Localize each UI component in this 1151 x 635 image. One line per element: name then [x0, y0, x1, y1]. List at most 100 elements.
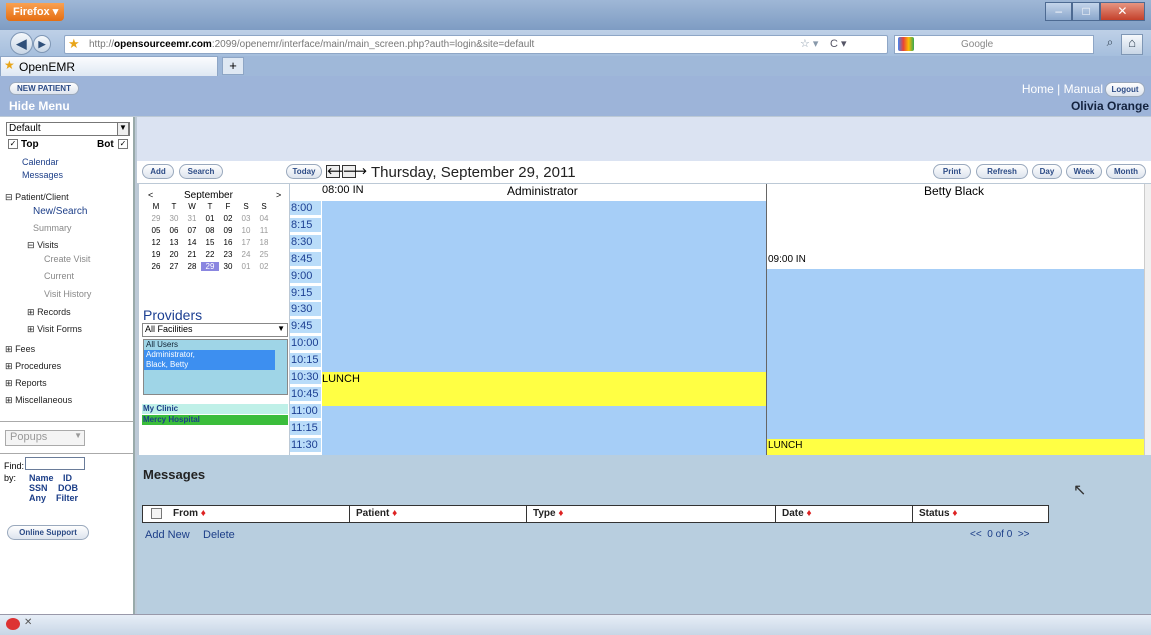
online-support-button[interactable]: Online Support	[7, 525, 89, 540]
messages-column-header[interactable]: Date ♦	[782, 508, 812, 519]
facility-select[interactable]: All Facilities ▼	[142, 323, 288, 337]
close-icon[interactable]: ✕	[1099, 2, 1145, 21]
close-status-icon[interactable]: ✕	[24, 617, 32, 628]
administrator-slots[interactable]	[322, 201, 766, 455]
search-by-ssn[interactable]: SSN	[29, 483, 48, 493]
addon-status-icon[interactable]	[6, 618, 20, 630]
messages-column-header[interactable]: Patient ♦	[356, 508, 397, 519]
new-tab-button[interactable]: +	[222, 57, 244, 75]
nav-fees[interactable]: ⊞ Fees	[5, 344, 35, 355]
time-slot-label[interactable]: 8:45	[290, 251, 321, 267]
search-by-name[interactable]: Name	[29, 473, 54, 483]
sort-icon[interactable]: ♦	[558, 508, 563, 519]
time-slot-label[interactable]: 10:15	[290, 353, 321, 369]
search-bar[interactable]: Google	[894, 35, 1094, 54]
mini-cal-day[interactable]: 27	[165, 262, 183, 271]
minimize-icon[interactable]: –	[1045, 2, 1073, 21]
mini-cal-day[interactable]: 19	[147, 250, 165, 259]
time-slot-label[interactable]: 11:30	[290, 437, 321, 453]
mini-cal-day[interactable]: 04	[255, 214, 273, 223]
messages-column-header[interactable]: Status ♦	[919, 508, 957, 519]
nav-current[interactable]: Current	[44, 271, 74, 281]
time-slot-label[interactable]: 11:00	[290, 403, 321, 419]
mini-cal-day[interactable]: 29	[147, 214, 165, 223]
sort-icon[interactable]: ♦	[952, 508, 957, 519]
manual-link[interactable]: Manual	[1064, 82, 1103, 96]
time-slot-label[interactable]: 9:00	[290, 268, 321, 284]
google-icon[interactable]	[898, 37, 914, 51]
prev-day-icon[interactable]: 🡐	[326, 165, 351, 178]
facility-mercy-hospital[interactable]: Mercy Hospital	[142, 415, 288, 425]
mini-cal-day[interactable]: 05	[147, 226, 165, 235]
mini-cal-day[interactable]: 16	[219, 238, 237, 247]
sort-icon[interactable]: ♦	[201, 508, 206, 519]
mini-cal-day[interactable]: 18	[255, 238, 273, 247]
add-button[interactable]: Add	[142, 164, 174, 179]
mini-cal-day[interactable]: 23	[219, 250, 237, 259]
mini-cal-day[interactable]: 28	[183, 262, 201, 271]
sort-icon[interactable]: ♦	[806, 508, 811, 519]
mini-cal-day[interactable]: 17	[237, 238, 255, 247]
messages-column-header[interactable]: Type ♦	[533, 508, 564, 519]
mini-cal-day[interactable]: 30	[165, 214, 183, 223]
reload-icon[interactable]: C ▾	[830, 37, 847, 50]
mini-cal-day[interactable]: 13	[165, 238, 183, 247]
mini-cal-day[interactable]: 14	[183, 238, 201, 247]
mini-cal-day[interactable]: 21	[183, 250, 201, 259]
nav-visit-forms[interactable]: ⊞ Visit Forms	[27, 324, 82, 335]
layout-select[interactable]: Default ▼	[6, 122, 130, 136]
search-by-dob[interactable]: DOB	[58, 483, 78, 493]
month-view-button[interactable]: Month	[1106, 164, 1146, 179]
schedule-scrollbar[interactable]	[1144, 184, 1151, 455]
nav-visits[interactable]: ⊟ Visits	[27, 240, 58, 251]
mini-cal-day[interactable]: 09	[219, 226, 237, 235]
time-slot-label[interactable]: 11:15	[290, 420, 321, 436]
refresh-button[interactable]: Refresh	[976, 164, 1028, 179]
nav-calendar[interactable]: Calendar	[22, 157, 59, 167]
mini-cal-day[interactable]: 29	[201, 262, 219, 271]
time-slot-label[interactable]: 9:30	[290, 302, 321, 318]
url-bar[interactable]: http://opensourceemr.com:2099/openemr/in…	[64, 35, 888, 54]
nav-visit-history[interactable]: Visit History	[44, 289, 91, 299]
bot-checkbox[interactable]: ✓	[118, 139, 128, 149]
mini-cal-day[interactable]: 30	[219, 262, 237, 271]
hide-menu-link[interactable]: Hide Menu	[9, 99, 70, 113]
time-slot-label[interactable]: 10:30	[290, 370, 321, 385]
betty-event-label[interactable]: 09:00 IN	[768, 254, 806, 265]
nav-summary[interactable]: Summary	[33, 223, 72, 233]
time-slot-label[interactable]: 10:00	[290, 336, 321, 352]
today-button[interactable]: Today	[286, 164, 322, 179]
facility-my-clinic[interactable]: My Clinic	[142, 404, 288, 414]
day-view-button[interactable]: Day	[1032, 164, 1062, 179]
nav-reports[interactable]: ⊞ Reports	[5, 378, 47, 389]
nav-records[interactable]: ⊞ Records	[27, 307, 71, 318]
tab-openemr[interactable]: OpenEMR	[0, 56, 218, 76]
search-button[interactable]: Search	[179, 164, 223, 179]
provider-option[interactable]: Administrator,	[144, 350, 275, 360]
delete-link[interactable]: Delete	[203, 529, 235, 541]
mini-cal-day[interactable]: 15	[201, 238, 219, 247]
print-button[interactable]: Print	[933, 164, 971, 179]
week-view-button[interactable]: Week	[1066, 164, 1102, 179]
back-icon[interactable]: ◀	[10, 32, 33, 55]
find-input[interactable]	[25, 457, 85, 470]
home-icon[interactable]: ⌂	[1121, 34, 1143, 55]
mini-cal-day[interactable]: 12	[147, 238, 165, 247]
mini-cal-prev[interactable]: <	[148, 190, 153, 200]
messages-pagination[interactable]: << 0 of 0 >>	[970, 529, 1030, 540]
mini-cal-day[interactable]: 02	[219, 214, 237, 223]
select-all-checkbox[interactable]	[151, 508, 162, 519]
mini-cal-next[interactable]: >	[276, 190, 281, 200]
mini-cal-day[interactable]: 07	[183, 226, 201, 235]
nav-miscellaneous[interactable]: ⊞ Miscellaneous	[5, 395, 72, 406]
time-slot-label[interactable]: 8:30	[290, 234, 321, 250]
logout-button[interactable]: Logout	[1105, 82, 1145, 97]
time-slot-label[interactable]: 9:15	[290, 285, 321, 301]
mini-cal-day[interactable]: 24	[237, 250, 255, 259]
nav-messages[interactable]: Messages	[22, 170, 63, 180]
mini-cal-day[interactable]: 20	[165, 250, 183, 259]
mini-cal-day[interactable]: 03	[237, 214, 255, 223]
star-dropdown-icon[interactable]: ☆ ▾	[800, 37, 818, 50]
betty-lunch-block[interactable]	[767, 439, 1144, 455]
sort-icon[interactable]: ♦	[392, 508, 397, 519]
